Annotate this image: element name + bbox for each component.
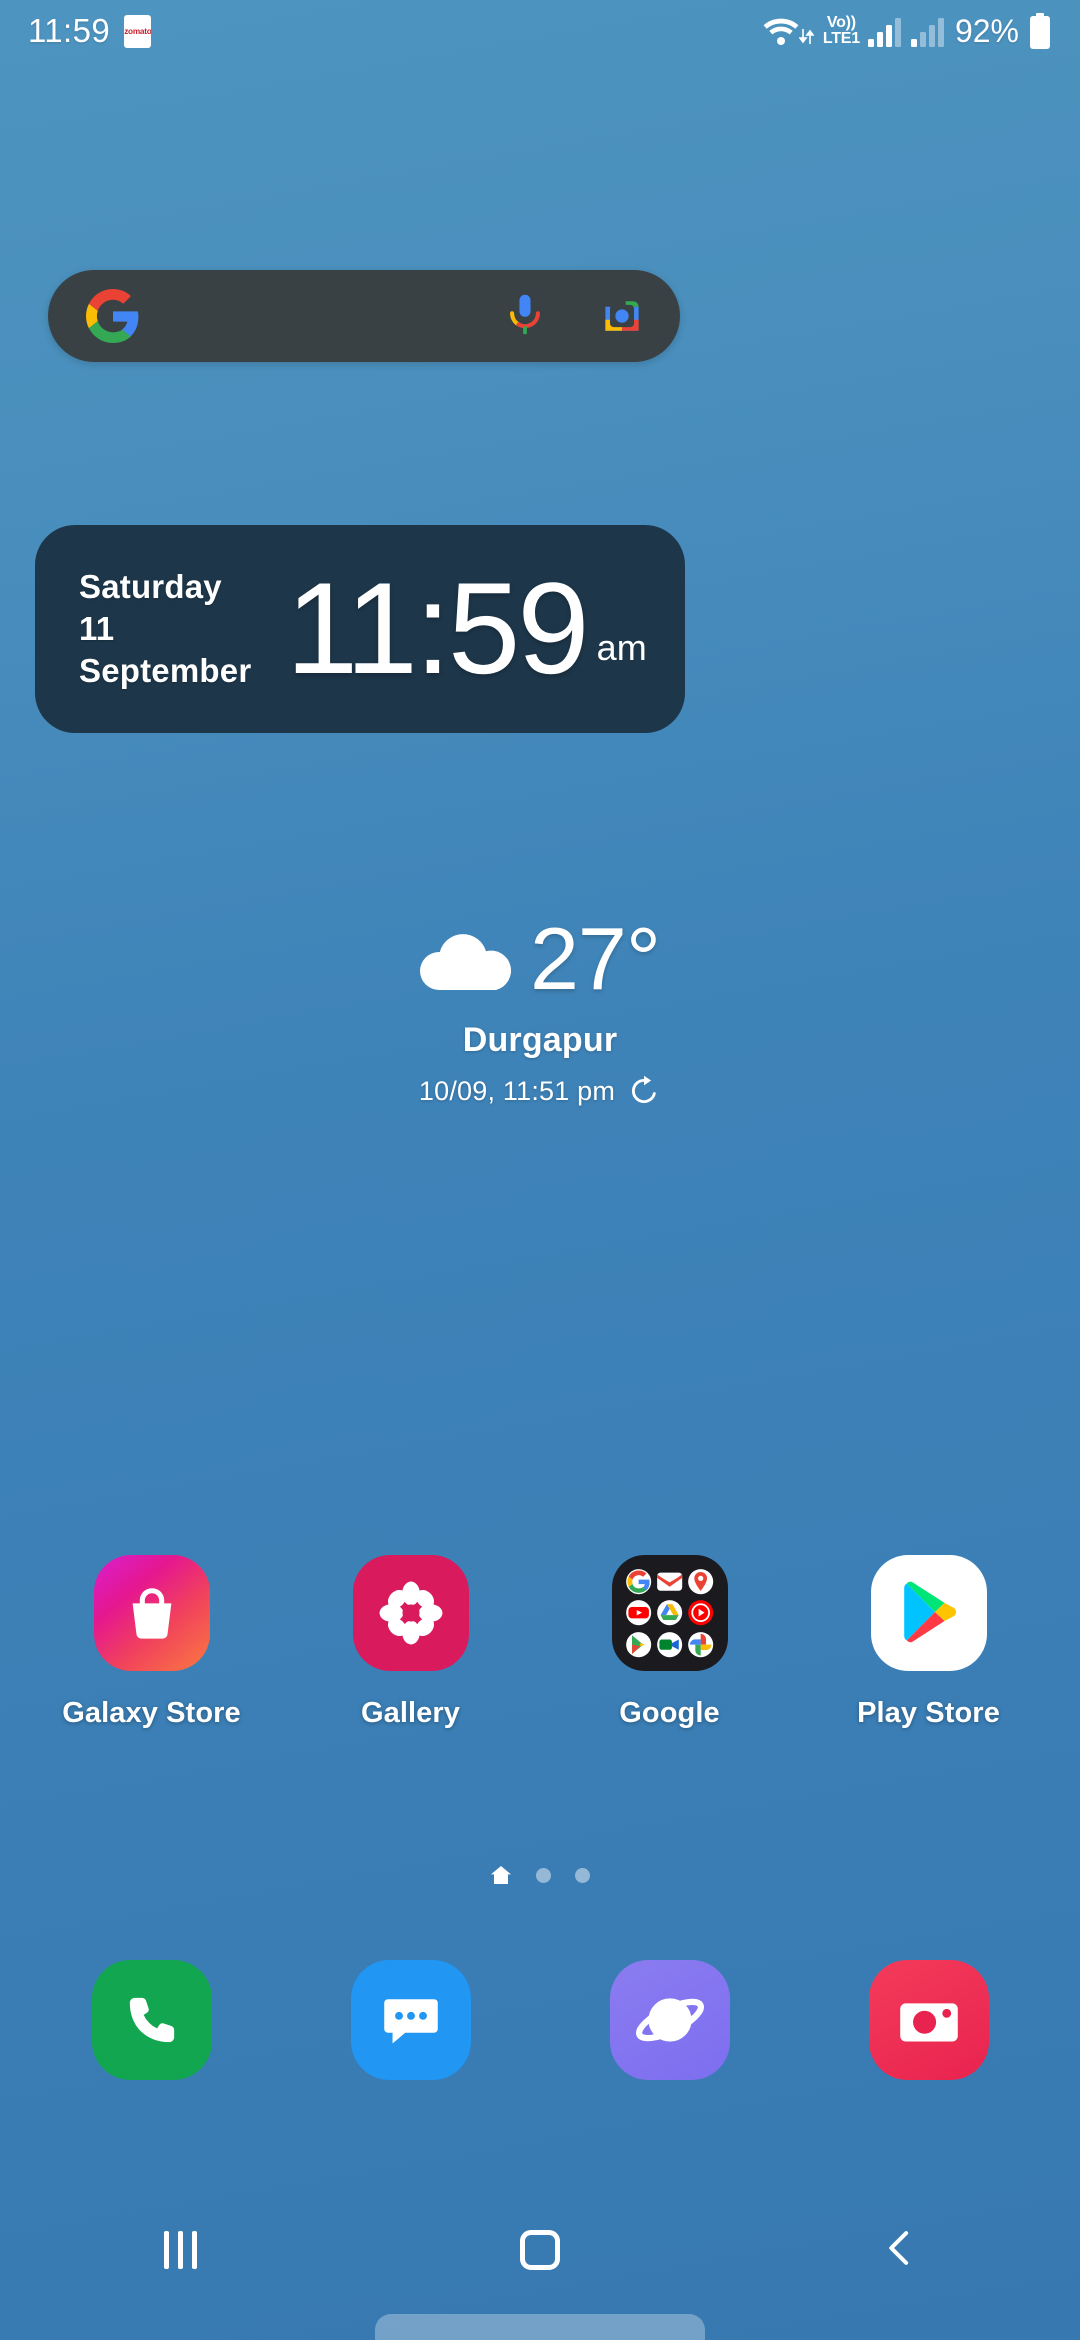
play-store-icon[interactable] xyxy=(870,1555,987,1671)
dock-app-phone[interactable] xyxy=(47,1960,257,2080)
app-play-store[interactable]: Play Store xyxy=(824,1555,1034,1730)
weather-updated-row[interactable]: 10/09, 11:51 pm xyxy=(419,1074,661,1108)
dock xyxy=(0,1960,1080,2080)
volte-top-label: Vo)) xyxy=(826,14,856,31)
youtube-music-icon xyxy=(687,1599,714,1626)
back-button[interactable] xyxy=(820,2200,980,2300)
weather-city: Durgapur xyxy=(462,1021,618,1059)
cloud-icon xyxy=(419,926,516,992)
google-lens-camera-icon[interactable] xyxy=(598,293,646,339)
battery-percent-label: 92% xyxy=(954,12,1019,49)
home-page-icon[interactable] xyxy=(490,1865,512,1885)
gmail-icon xyxy=(656,1568,683,1595)
photos-icon xyxy=(687,1631,714,1658)
status-bar[interactable]: 11:59 zomato Vo)) LTE1 92% xyxy=(0,0,1080,62)
weather-temperature: 27° xyxy=(529,909,661,1008)
gallery-icon[interactable] xyxy=(352,1555,469,1671)
galaxy-store-icon[interactable] xyxy=(93,1555,210,1671)
camera-icon[interactable] xyxy=(868,1960,989,2080)
clock-widget-meridiem: am xyxy=(596,626,647,668)
gesture-handle[interactable] xyxy=(375,2314,705,2340)
app-label: Google xyxy=(619,1697,720,1729)
meet-icon xyxy=(656,1631,683,1658)
google-search-bar[interactable] xyxy=(48,270,680,362)
maps-icon xyxy=(687,1568,714,1595)
back-icon xyxy=(879,2227,921,2274)
app-label: Gallery xyxy=(360,1697,461,1729)
app-label: Play Store xyxy=(857,1697,1000,1729)
phone-icon[interactable] xyxy=(91,1960,212,2080)
navigation-bar xyxy=(0,2200,1080,2300)
weather-widget[interactable]: 27° Durgapur 10/09, 11:51 pm xyxy=(0,915,1080,1108)
weather-updated-time: 10/09, 11:51 pm xyxy=(418,1075,616,1106)
status-bar-right: Vo)) LTE1 92% xyxy=(762,13,1052,50)
home-icon xyxy=(520,2230,560,2270)
clock-widget-hour-minute: 11:59 xyxy=(285,555,590,702)
data-transfer-icon xyxy=(798,28,814,45)
app-label: Galaxy Store xyxy=(62,1697,241,1729)
battery-full-icon xyxy=(1028,13,1052,49)
volte-indicator: Vo)) LTE1 xyxy=(823,15,860,47)
clock-widget-day-month: 11 September xyxy=(79,609,252,690)
dock-app-messages[interactable] xyxy=(306,1960,516,2080)
clock-widget-weekday: Saturday xyxy=(79,567,222,605)
google-g-icon xyxy=(86,289,140,343)
volte-bottom-label: LTE1 xyxy=(822,30,860,47)
status-bar-clock: 11:59 xyxy=(28,12,111,49)
status-bar-left: 11:59 zomato xyxy=(28,12,152,50)
home-button[interactable] xyxy=(460,2200,620,2300)
messages-icon[interactable] xyxy=(350,1960,471,2080)
clock-widget-date: Saturday 11 September xyxy=(79,566,286,693)
clock-widget-time: 11:59 am xyxy=(285,555,647,702)
recents-icon xyxy=(163,2231,197,2269)
app-row: Galaxy Store Gallery Google Play Store xyxy=(0,1555,1080,1730)
microphone-icon[interactable] xyxy=(502,292,548,340)
zomato-label: zomato xyxy=(124,26,152,36)
dock-app-camera[interactable] xyxy=(824,1960,1034,2080)
zomato-notification-icon[interactable]: zomato xyxy=(124,14,152,48)
internet-browser-icon[interactable] xyxy=(609,1960,730,2080)
refresh-icon[interactable] xyxy=(627,1074,661,1108)
wifi-icon xyxy=(762,14,800,48)
app-galaxy-store[interactable]: Galaxy Store xyxy=(47,1555,257,1730)
play-store-icon xyxy=(625,1631,652,1658)
google-folder-icon[interactable] xyxy=(611,1555,728,1671)
youtube-icon xyxy=(625,1599,652,1626)
page-indicator[interactable] xyxy=(0,1865,1080,1885)
google-search-icon xyxy=(625,1568,652,1595)
signal-bars-icon xyxy=(867,15,901,47)
weather-main-row: 27° xyxy=(419,909,661,1008)
drive-icon xyxy=(656,1599,683,1626)
clock-widget[interactable]: Saturday 11 September 11:59 am xyxy=(35,525,685,733)
page-dot[interactable] xyxy=(575,1867,590,1883)
dock-app-internet[interactable] xyxy=(565,1960,775,2080)
page-dot[interactable] xyxy=(536,1867,551,1883)
app-google-folder[interactable]: Google xyxy=(565,1555,775,1730)
signal-bars-icon xyxy=(910,15,944,47)
app-gallery[interactable]: Gallery xyxy=(306,1555,516,1730)
recents-button[interactable] xyxy=(100,2200,260,2300)
